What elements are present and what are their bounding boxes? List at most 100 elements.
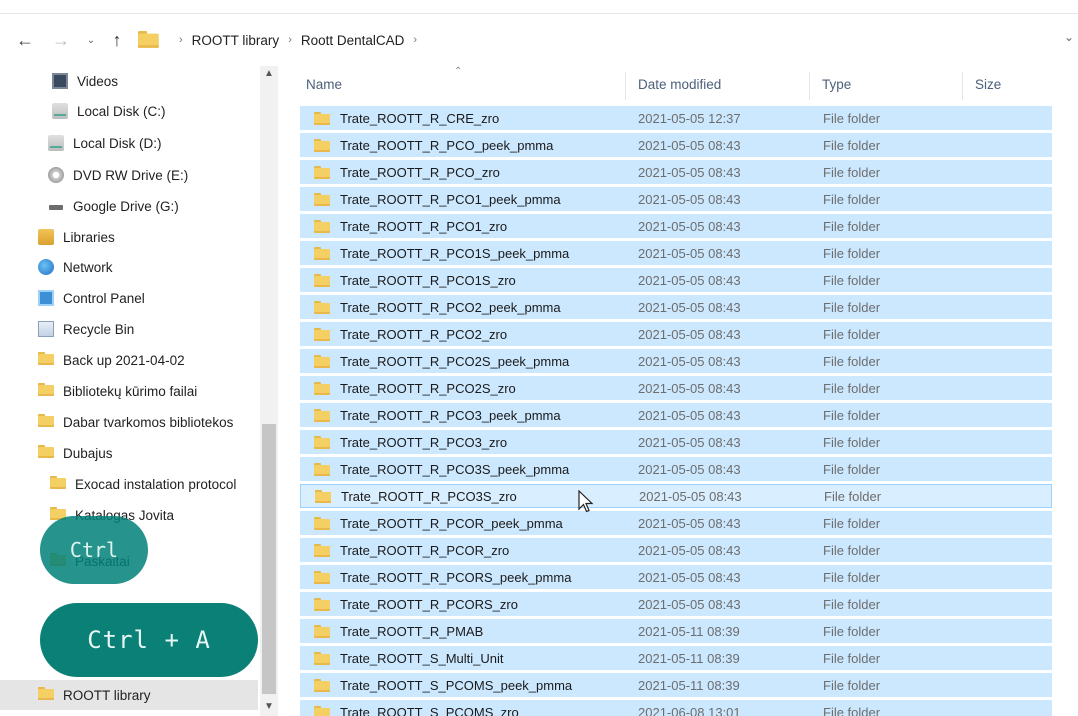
file-name: Trate_ROOTT_R_PCO1S_peek_pmma bbox=[340, 245, 570, 261]
address-dropdown-chevron-icon[interactable]: ⌄ bbox=[1064, 30, 1074, 44]
breadcrumb-roott-dentalcad[interactable]: Roott DentalCAD bbox=[301, 33, 405, 48]
file-name: Trate_ROOTT_S_Multi_Unit bbox=[340, 650, 504, 666]
file-row[interactable]: Trate_ROOTT_R_PCO3_zro 2021-05-05 08:43 Fi… bbox=[300, 430, 1052, 454]
file-date-modified: 2021-05-05 08:43 bbox=[638, 272, 741, 288]
nav-item-label: Local Disk (D:) bbox=[73, 135, 162, 151]
file-name: Trate_ROOTT_R_PCO2_zro bbox=[340, 326, 508, 342]
file-type: File folder bbox=[823, 380, 881, 396]
folder-icon bbox=[314, 543, 330, 557]
scroll-down-icon[interactable]: ▼ bbox=[264, 701, 274, 712]
folder-icon bbox=[314, 381, 330, 395]
file-type: File folder bbox=[823, 110, 881, 126]
nav-item-recycle-bin[interactable]: Recycle Bin bbox=[0, 314, 258, 344]
file-date-modified: 2021-05-05 08:43 bbox=[638, 299, 741, 315]
folder-icon bbox=[314, 300, 330, 314]
file-row[interactable]: Trate_ROOTT_S_PCOMS_zro 2021-06-08 13:01 F… bbox=[300, 700, 1052, 716]
file-row[interactable]: Trate_ROOTT_R_PCO2S_peek_pmma 2021-05-05 … bbox=[300, 349, 1052, 373]
file-type: File folder bbox=[823, 650, 881, 666]
file-type: File folder bbox=[823, 164, 881, 180]
scroll-up-icon[interactable]: ▲ bbox=[264, 68, 274, 79]
nav-item-dvd-rw-drive-e[interactable]: DVD RW Drive (E:) bbox=[0, 160, 258, 190]
folder-icon bbox=[38, 445, 54, 461]
folder-icon bbox=[314, 705, 330, 716]
file-row[interactable]: Trate_ROOTT_R_PCO3S_peek_pmma 2021-05-05 … bbox=[300, 457, 1052, 481]
file-row[interactable]: Trate_ROOTT_R_PCO1S_peek_pmma 2021-05-05 … bbox=[300, 241, 1052, 265]
column-divider[interactable] bbox=[809, 72, 810, 100]
file-row[interactable]: Trate_ROOTT_R_PCO1_zro 2021-05-05 08:43 Fi… bbox=[300, 214, 1052, 238]
file-row[interactable]: Trate_ROOTT_R_PCO2_peek_pmma 2021-05-05 0… bbox=[300, 295, 1052, 319]
folder-icon bbox=[314, 678, 330, 692]
file-type: File folder bbox=[823, 569, 881, 585]
file-row[interactable]: Trate_ROOTT_R_PCO2_zro 2021-05-05 08:43 Fi… bbox=[300, 322, 1052, 346]
folder-icon bbox=[314, 570, 330, 584]
address-path[interactable]: › ROOTT library › Roott DentalCAD › bbox=[138, 26, 1060, 54]
file-row[interactable]: Trate_ROOTT_S_PCOMS_peek_pmma 2021-05-11 … bbox=[300, 673, 1052, 697]
folder-icon bbox=[38, 352, 54, 368]
nav-item-back-up-2021-04-02[interactable]: Back up 2021-04-02 bbox=[0, 345, 258, 375]
forward-arrow-icon[interactable]: → bbox=[50, 28, 72, 52]
chevron-right-icon[interactable]: › bbox=[179, 34, 183, 46]
folder-icon bbox=[314, 246, 330, 260]
nav-item-dabar-tvarkomos-bibliotekos[interactable]: Dabar tvarkomos bibliotekos bbox=[0, 407, 258, 437]
nav-item-network[interactable]: Network bbox=[0, 252, 258, 282]
nav-item-dubajus[interactable]: Dubajus bbox=[0, 438, 258, 468]
recent-locations-chevron-icon[interactable]: ⌄ bbox=[84, 28, 98, 52]
file-date-modified: 2021-05-05 08:43 bbox=[638, 461, 741, 477]
file-row[interactable]: Trate_ROOTT_R_PCO1S_zro 2021-05-05 08:43 F… bbox=[300, 268, 1052, 292]
back-arrow-icon[interactable]: ← bbox=[12, 28, 38, 52]
folder-icon bbox=[314, 111, 330, 125]
file-row[interactable]: Trate_ROOTT_R_PCO_peek_pmma 2021-05-05 08… bbox=[300, 133, 1052, 157]
folder-icon bbox=[38, 383, 54, 399]
file-row[interactable]: Trate_ROOTT_R_PCO2S_zro 2021-05-05 08:43 F… bbox=[300, 376, 1052, 400]
file-name: Trate_ROOTT_S_PCOMS_zro bbox=[340, 704, 519, 716]
file-row[interactable]: Trate_ROOTT_R_PMAB 2021-05-11 08:39 File f… bbox=[300, 619, 1052, 643]
file-row[interactable]: Trate_ROOTT_R_PCORS_peek_pmma 2021-05-05 … bbox=[300, 565, 1052, 589]
nav-scrollbar-thumb[interactable] bbox=[262, 424, 276, 694]
nav-scrollbar[interactable]: ▲ ▼ bbox=[260, 66, 278, 716]
nav-item-control-panel[interactable]: Control Panel bbox=[0, 283, 258, 313]
nav-item-exocad-instalation-protocol[interactable]: Exocad instalation protocol bbox=[0, 469, 258, 499]
videos-icon bbox=[52, 73, 68, 89]
nav-item-label: Control Panel bbox=[63, 290, 145, 306]
breadcrumb-roott-library[interactable]: ROOTT library bbox=[192, 33, 280, 48]
file-row[interactable]: Trate_ROOTT_R_CRE_zro 2021-05-05 12:37 Fil… bbox=[300, 106, 1052, 130]
network-icon bbox=[38, 259, 54, 275]
nav-item-local-disk-c[interactable]: Local Disk (C:) bbox=[0, 96, 258, 126]
nav-item-bibliotek-k-rimo-failai[interactable]: Bibliotekų kūrimo failai bbox=[0, 376, 258, 406]
file-row[interactable]: Trate_ROOTT_R_PCOR_zro 2021-05-05 08:43 Fi… bbox=[300, 538, 1052, 562]
nav-item-label: Libraries bbox=[63, 229, 115, 245]
file-date-modified: 2021-05-05 08:43 bbox=[638, 542, 741, 558]
chevron-right-icon[interactable]: › bbox=[413, 34, 417, 46]
nav-item-label: Dabar tvarkomos bibliotekos bbox=[63, 414, 234, 430]
folder-icon bbox=[314, 219, 330, 233]
file-name: Trate_ROOTT_R_PCORS_zro bbox=[340, 596, 518, 612]
file-name: Trate_ROOTT_R_PCO2S_zro bbox=[340, 380, 516, 396]
file-row[interactable]: Trate_ROOTT_R_PCO3_peek_pmma 2021-05-05 0… bbox=[300, 403, 1052, 427]
file-type: File folder bbox=[823, 515, 881, 531]
column-header-type[interactable]: Type bbox=[822, 66, 851, 102]
folder-icon bbox=[314, 408, 330, 422]
file-type: File folder bbox=[823, 353, 881, 369]
file-type: File folder bbox=[823, 407, 881, 423]
column-header-date-modified[interactable]: Date modified bbox=[638, 66, 721, 102]
file-row[interactable]: Trate_ROOTT_R_PCO1_peek_pmma 2021-05-05 0… bbox=[300, 187, 1052, 211]
nav-item-google-drive-g[interactable]: Google Drive (G:) bbox=[0, 191, 258, 221]
file-row[interactable]: Trate_ROOTT_R_PCO3S_zro 2021-05-05 08:43 F… bbox=[300, 484, 1052, 508]
window-top-edge bbox=[0, 0, 1078, 14]
chevron-right-icon[interactable]: › bbox=[288, 34, 292, 46]
up-arrow-icon[interactable]: ↑ bbox=[106, 28, 128, 52]
column-header-size[interactable]: Size bbox=[975, 66, 1001, 102]
file-type: File folder bbox=[823, 434, 881, 450]
nav-item-roott-library[interactable]: ROOTT library bbox=[0, 680, 258, 710]
file-row[interactable]: Trate_ROOTT_R_PCOR_peek_pmma 2021-05-05 0… bbox=[300, 511, 1052, 535]
nav-item-libraries[interactable]: Libraries bbox=[0, 222, 258, 252]
file-row[interactable]: Trate_ROOTT_R_PCORS_zro 2021-05-05 08:43 F… bbox=[300, 592, 1052, 616]
nav-item-local-disk-d[interactable]: Local Disk (D:) bbox=[0, 128, 258, 158]
column-divider[interactable] bbox=[962, 72, 963, 100]
column-divider[interactable] bbox=[625, 72, 626, 100]
mouse-cursor-icon bbox=[578, 490, 594, 513]
column-header-name[interactable]: Name bbox=[306, 66, 342, 102]
file-row[interactable]: Trate_ROOTT_R_PCO_zro 2021-05-05 08:43 Fil… bbox=[300, 160, 1052, 184]
file-row[interactable]: Trate_ROOTT_S_Multi_Unit 2021-05-11 08:39… bbox=[300, 646, 1052, 670]
nav-item-videos[interactable]: Videos bbox=[0, 66, 258, 96]
